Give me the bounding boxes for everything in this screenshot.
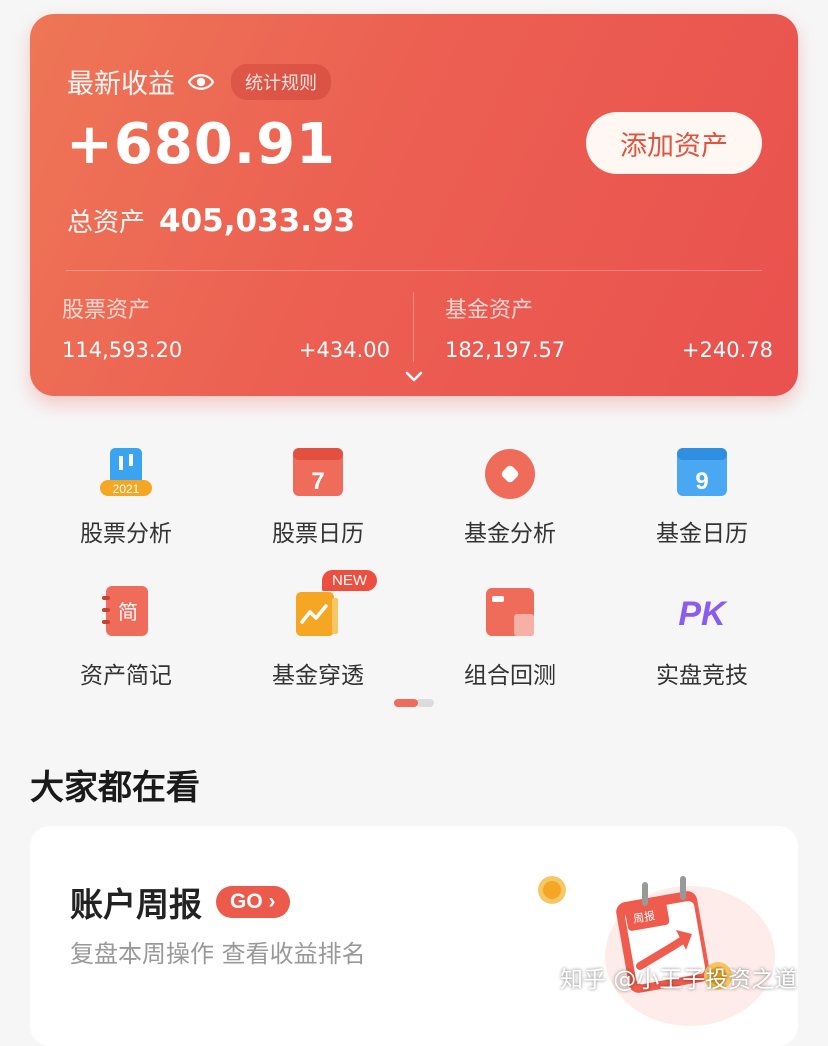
tool-portfolio-backtest[interactable]: 组合回测 (414, 582, 606, 690)
stats-rule-button[interactable]: 统计规则 (231, 63, 331, 100)
go-button[interactable]: GO › (216, 886, 290, 918)
watermark: 知乎 @小王子投资之道 (560, 967, 798, 993)
fund-penetration-icon: NEW (288, 570, 377, 642)
tool-fund-analysis[interactable]: 基金分析 (414, 440, 606, 548)
weekly-report-title: 账户周报 (70, 885, 202, 924)
latest-profit-label: 最新收益 (67, 69, 175, 100)
calendar-day: 7 (311, 468, 324, 495)
divider-vertical (413, 292, 414, 362)
weekly-report-subtitle: 复盘本周操作 查看收益排名 (70, 940, 366, 968)
asset-summary-card[interactable]: 最新收益 统计规则 +680.91 添加资产 总资产 405,033.93 股票… (30, 14, 798, 396)
total-asset-label: 总资产 (67, 208, 146, 238)
tool-asset-notes[interactable]: 简 资产简记 (30, 582, 222, 690)
latest-profit-value: +680.91 (66, 112, 337, 177)
tool-label: 基金日历 (656, 521, 748, 547)
tool-label: 股票日历 (272, 521, 364, 547)
fund-asset-amount: 182,197.57 (445, 338, 566, 362)
asset-notes-icon: 简 (96, 582, 156, 642)
stock-asset-block[interactable]: 股票资产 114,593.20 +434.00 (62, 292, 390, 362)
page-dot-active (394, 699, 418, 707)
page-dot (416, 699, 434, 707)
pk-text: PK (678, 595, 728, 633)
calendar-day: 9 (695, 468, 708, 495)
profit-title-row: 最新收益 统计规则 (67, 62, 331, 101)
stock-analysis-icon: 2021 (96, 440, 156, 500)
tool-stock-calendar[interactable]: 7 股票日历 (222, 440, 414, 548)
tool-label: 组合回测 (464, 663, 556, 689)
page-indicator (394, 699, 434, 707)
fund-analysis-icon (480, 440, 540, 500)
tool-live-competition[interactable]: PK 实盘竞技 (606, 582, 798, 690)
divider (66, 270, 762, 271)
new-badge: NEW (322, 570, 377, 591)
portfolio-backtest-icon (480, 582, 540, 642)
tool-label: 基金穿透 (272, 663, 364, 689)
pk-icon: PK (672, 582, 732, 642)
weekly-report-illustration: 周报 (538, 876, 775, 1026)
stock-asset-amount: 114,593.20 (62, 338, 183, 362)
tool-label: 基金分析 (464, 521, 556, 547)
stock-calendar-icon: 7 (288, 440, 348, 500)
section-title: 大家都在看 (30, 768, 200, 808)
tool-label: 股票分析 (80, 521, 172, 547)
total-asset-value: 405,033.93 (159, 203, 356, 239)
tool-fund-calendar[interactable]: 9 基金日历 (606, 440, 798, 548)
add-asset-button[interactable]: 添加资产 (586, 112, 762, 174)
notes-char: 简 (118, 600, 138, 624)
total-asset-row: 总资产 405,033.93 (67, 202, 355, 239)
fund-asset-change: +240.78 (681, 338, 773, 362)
year-label: 2021 (113, 482, 140, 496)
fund-asset-block[interactable]: 基金资产 182,197.57 +240.78 (445, 292, 773, 362)
fund-asset-label: 基金资产 (445, 298, 534, 323)
tool-label: 资产简记 (80, 663, 172, 689)
tool-label: 实盘竞技 (656, 663, 748, 689)
weekly-report-card[interactable]: 账户周报 GO › 复盘本周操作 查看收益排名 周报 (30, 826, 798, 1046)
tool-stock-analysis[interactable]: 2021 股票分析 (30, 440, 222, 548)
tool-fund-penetration[interactable]: NEW 基金穿透 (222, 570, 414, 690)
eye-icon[interactable] (187, 68, 215, 96)
go-label: GO (230, 890, 263, 913)
stock-asset-change: +434.00 (298, 338, 390, 362)
stock-asset-label: 股票资产 (62, 298, 151, 323)
fund-calendar-icon: 9 (672, 440, 732, 500)
chevron-down-icon[interactable] (404, 370, 424, 384)
